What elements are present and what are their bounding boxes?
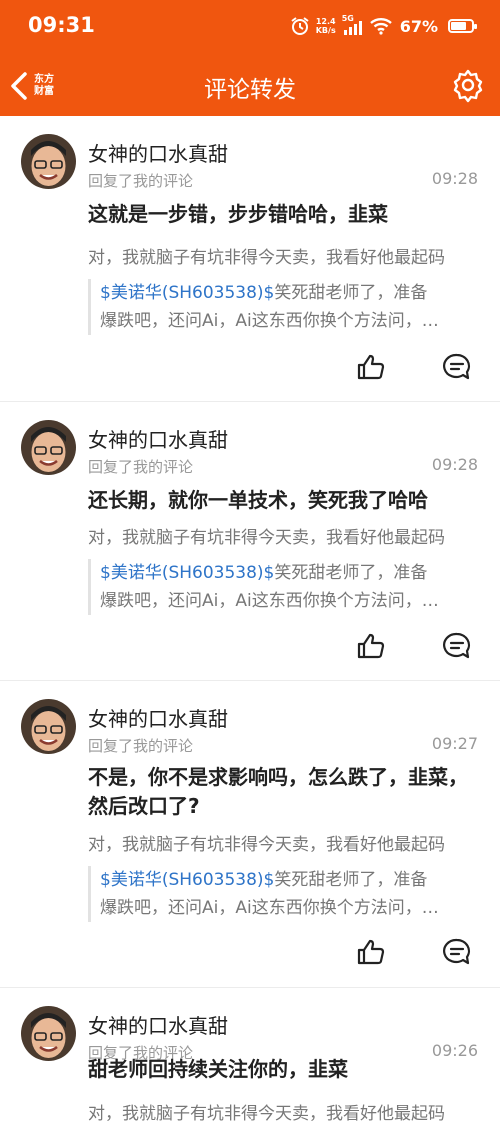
stock-link[interactable]: $美诺华(SH603538)$ [100, 283, 274, 303]
user-name[interactable]: 女神的口水真甜 [88, 1010, 228, 1039]
status-icons: 12.4 KB/s 5G 67% [290, 12, 477, 40]
avatar[interactable] [21, 699, 76, 754]
avatar[interactable] [21, 1006, 76, 1061]
reply-type: 回复了我的评论 [88, 172, 194, 190]
comment-icon[interactable] [442, 631, 472, 661]
comment-text[interactable]: 不是，你不是求影响吗，怎么跌了，韭菜，然后改口了? [88, 763, 480, 821]
cellular-signal-icon: 5G [342, 14, 364, 36]
battery-icon [448, 19, 477, 33]
original-comment[interactable]: 对，我就脑子有坑非得今天卖，我看好他最起码 [88, 243, 500, 268]
comment-card: 女神的口水真甜 回复了我的评论 09:26 甜老师回持续关注你的，韭菜 对，我就… [0, 988, 500, 1124]
avatar[interactable] [21, 134, 76, 189]
thumbs-up-icon[interactable] [356, 352, 386, 382]
wifi-icon [369, 18, 392, 35]
comment-text[interactable]: 还长期，就你一单技术，笑死我了哈哈 [88, 486, 480, 515]
stock-link[interactable]: $美诺华(SH603538)$ [100, 870, 274, 890]
comment-icon[interactable] [442, 352, 472, 382]
comment-card: 女神的口水真甜 回复了我的评论 09:27 不是，你不是求影响吗，怎么跌了，韭菜… [0, 681, 500, 988]
comment-feed: 女神的口水真甜 回复了我的评论 09:28 这就是一步错，步步错哈哈，韭菜 对，… [0, 116, 500, 1124]
status-bar: 09:31 12.4 KB/s 5G 67% [0, 0, 500, 54]
thumbs-up-icon[interactable] [356, 631, 386, 661]
comment-card: 女神的口水真甜 回复了我的评论 09:28 还长期，就你一单技术，笑死我了哈哈 … [0, 402, 500, 681]
avatar[interactable] [21, 420, 76, 475]
reply-time: 09:27 [431, 734, 478, 753]
quoted-post[interactable]: $美诺华(SH603538)$笑死甜老师了，准备 爆跌吧，还问Ai，Ai这东西你… [88, 559, 480, 615]
stock-link[interactable]: $美诺华(SH603538)$ [100, 563, 274, 583]
comment-text[interactable]: 这就是一步错，步步错哈哈，韭菜 [88, 200, 480, 229]
original-comment[interactable]: 对，我就脑子有坑非得今天卖，我看好他最起码 [88, 830, 500, 855]
nav-bar: 东方 财富 评论转发 [0, 54, 500, 116]
thumbs-up-icon[interactable] [356, 937, 386, 967]
original-comment[interactable]: 对，我就脑子有坑非得今天卖，我看好他最起码 [88, 523, 500, 548]
comment-text[interactable]: 甜老师回持续关注你的，韭菜 [88, 1055, 480, 1084]
comment-icon[interactable] [442, 937, 472, 967]
quoted-post[interactable]: $美诺华(SH603538)$笑死甜老师了，准备 爆跌吧，还问Ai，Ai这东西你… [88, 279, 480, 335]
comment-card: 女神的口水真甜 回复了我的评论 09:28 这就是一步错，步步错哈哈，韭菜 对，… [0, 116, 500, 402]
alarm-icon [291, 17, 309, 35]
reply-type: 回复了我的评论 [88, 458, 194, 476]
status-time: 09:31 [28, 13, 95, 37]
user-name[interactable]: 女神的口水真甜 [88, 424, 228, 453]
reply-type: 回复了我的评论 [88, 737, 194, 755]
network-speed: 12.4 KB/s [315, 17, 336, 35]
user-name[interactable]: 女神的口水真甜 [88, 138, 228, 167]
reply-time: 09:28 [431, 455, 478, 474]
gear-icon[interactable] [450, 67, 486, 103]
user-name[interactable]: 女神的口水真甜 [88, 703, 228, 732]
reply-time: 09:28 [431, 169, 478, 188]
page-title: 评论转发 [204, 77, 296, 103]
battery-percent: 67% [399, 16, 438, 36]
original-comment[interactable]: 对，我就脑子有坑非得今天卖，我看好他最起码 [88, 1099, 500, 1124]
quoted-post[interactable]: $美诺华(SH603538)$笑死甜老师了，准备 爆跌吧，还问Ai，Ai这东西你… [88, 866, 480, 922]
